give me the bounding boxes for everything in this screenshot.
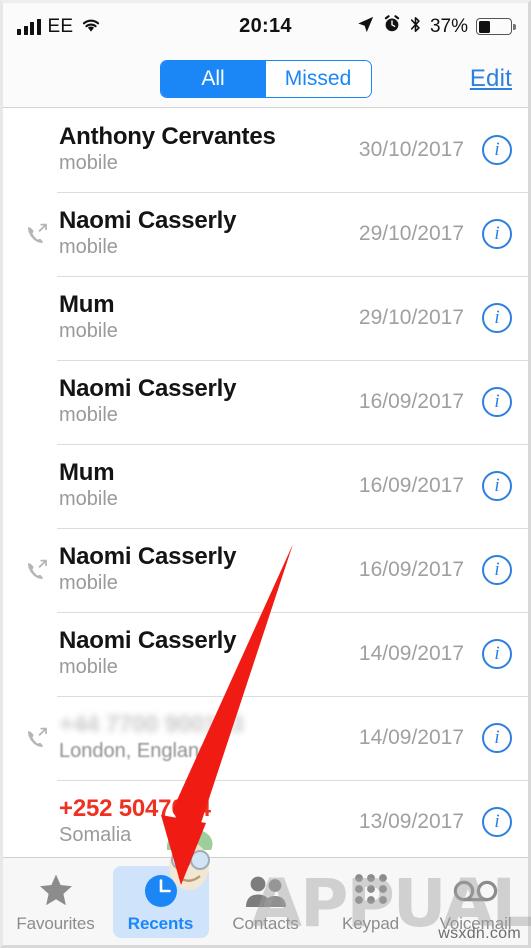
- watermark-mascot-icon: [153, 822, 227, 901]
- call-detail-label: mobile: [59, 320, 118, 343]
- call-row[interactable]: Naomi Casserly mobile 29/10/2017 i: [3, 192, 528, 276]
- carrier-label: EE: [47, 15, 74, 37]
- call-row-text: Naomi Casserly mobile: [57, 542, 359, 597]
- call-contact-name: Naomi Casserly: [59, 542, 237, 570]
- call-date: 14/09/2017: [358, 726, 464, 749]
- call-contact-name: +252 5047014: [59, 794, 211, 822]
- info-circle-icon[interactable]: i: [482, 219, 512, 249]
- outgoing-call-icon: [17, 557, 57, 583]
- voicemail-icon: [453, 872, 499, 910]
- call-row[interactable]: Naomi Casserly mobile 14/09/2017 i: [3, 612, 528, 696]
- call-contact-name: Mum: [59, 290, 115, 318]
- alarm-clock-icon: [383, 15, 401, 38]
- status-bar-right: 37%: [356, 15, 516, 39]
- info-circle-icon[interactable]: i: [482, 723, 512, 753]
- call-contact-name: Naomi Casserly: [59, 206, 237, 234]
- call-contact-name: Mum: [59, 458, 115, 486]
- info-circle-icon[interactable]: i: [482, 135, 512, 165]
- phone-screen: EE 20:14 37% All Missed Edit Anthony Cer…: [0, 0, 531, 948]
- call-row-text: Naomi Casserly mobile: [57, 626, 359, 681]
- recent-calls-list[interactable]: Anthony Cervantes mobile 30/10/2017 i Naomi …: [3, 108, 528, 857]
- edit-button[interactable]: Edit: [470, 65, 512, 93]
- keypad-dots-icon: [353, 872, 389, 910]
- call-row-text: Naomi Casserly mobile: [57, 206, 359, 261]
- call-row[interactable]: +44 7700 900123 London, England 14/09/2017…: [3, 696, 528, 780]
- star-icon: [38, 872, 74, 910]
- call-date: 13/09/2017: [358, 810, 464, 833]
- navigation-bar: All Missed Edit: [3, 50, 528, 108]
- call-row[interactable]: Mum mobile 29/10/2017 i: [3, 276, 528, 360]
- tab-label-recents: Recents: [127, 913, 194, 933]
- battery-icon: [476, 18, 516, 35]
- call-row[interactable]: Anthony Cervantes mobile 30/10/2017 i: [3, 108, 528, 192]
- call-contact-name: Naomi Casserly: [59, 626, 237, 654]
- calls-filter-segmented-control[interactable]: All Missed: [159, 59, 372, 98]
- call-detail-label: mobile: [59, 572, 118, 595]
- call-detail-label: mobile: [59, 236, 118, 259]
- call-row[interactable]: Mum mobile 16/09/2017 i: [3, 444, 528, 528]
- call-date: 16/09/2017: [358, 474, 464, 497]
- info-circle-icon[interactable]: i: [482, 555, 512, 585]
- info-circle-icon[interactable]: i: [482, 807, 512, 837]
- info-circle-icon[interactable]: i: [482, 387, 512, 417]
- call-detail-label: mobile: [59, 488, 118, 511]
- call-contact-name: +44 7700 900123: [59, 710, 244, 738]
- call-row-text: Naomi Casserly mobile: [57, 374, 359, 429]
- tab-contacts[interactable]: Contacts: [213, 858, 318, 945]
- outgoing-call-icon: [17, 221, 57, 247]
- call-row-text: Anthony Cervantes mobile: [57, 122, 359, 177]
- status-bar: EE 20:14 37%: [3, 3, 528, 50]
- call-detail-label: mobile: [59, 656, 118, 679]
- call-row-text: Mum mobile: [57, 458, 359, 513]
- call-date: 14/09/2017: [358, 642, 464, 665]
- wifi-icon: [80, 16, 102, 38]
- outgoing-call-icon: [17, 725, 57, 751]
- bluetooth-icon: [409, 15, 422, 39]
- call-date: 30/10/2017: [358, 138, 464, 161]
- watermark-site-label: wsxdn.com: [438, 925, 521, 942]
- call-row-text: Mum mobile: [57, 290, 359, 345]
- call-date: 16/09/2017: [358, 558, 464, 581]
- call-row[interactable]: Naomi Casserly mobile 16/09/2017 i: [3, 528, 528, 612]
- status-bar-left: EE: [17, 16, 102, 38]
- info-circle-icon[interactable]: i: [482, 471, 512, 501]
- call-detail-label: mobile: [59, 152, 118, 175]
- call-date: 16/09/2017: [358, 390, 464, 413]
- segment-all[interactable]: All: [160, 60, 266, 97]
- call-row-text: +44 7700 900123 London, England: [57, 710, 359, 765]
- call-date: 29/10/2017: [358, 222, 464, 245]
- segment-missed[interactable]: Missed: [265, 60, 371, 97]
- cellular-signal-icon: [17, 18, 41, 35]
- info-circle-icon[interactable]: i: [482, 639, 512, 669]
- call-detail-label: mobile: [59, 404, 118, 427]
- tab-keypad[interactable]: Keypad: [318, 858, 423, 945]
- tab-label-keypad: Keypad: [341, 913, 400, 933]
- call-row[interactable]: +252 5047014 Somalia 13/09/2017 i: [3, 780, 528, 857]
- tab-label-contacts: Contacts: [232, 913, 299, 933]
- tab-label-favourites: Favourites: [16, 913, 95, 933]
- info-circle-icon[interactable]: i: [482, 303, 512, 333]
- battery-percent-label: 37%: [429, 15, 468, 37]
- people-icon: [244, 872, 288, 910]
- call-date: 29/10/2017: [358, 306, 464, 329]
- tab-favourites[interactable]: Favourites: [3, 858, 108, 945]
- call-contact-name: Naomi Casserly: [59, 374, 237, 402]
- call-detail-label: London, England: [59, 740, 211, 763]
- call-contact-name: Anthony Cervantes: [59, 122, 276, 150]
- location-arrow-icon: [356, 15, 375, 39]
- call-row[interactable]: Naomi Casserly mobile 16/09/2017 i: [3, 360, 528, 444]
